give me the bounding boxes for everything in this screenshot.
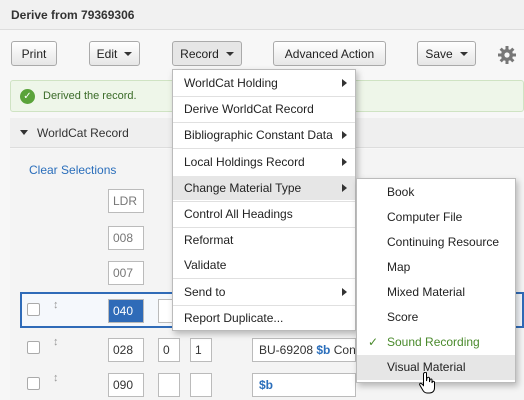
content-field[interactable]: $b <box>252 373 356 397</box>
menu-item-reformat[interactable]: Reformat <box>173 228 355 252</box>
submenu-item-book[interactable]: Book <box>357 180 515 205</box>
menu-item-derive-worldcat-record[interactable]: Derive WorldCat Record <box>173 97 355 121</box>
print-button[interactable]: Print <box>11 41 57 66</box>
chevron-right-icon <box>342 79 347 87</box>
row-checkbox[interactable] <box>27 377 40 390</box>
menu-item-label: Change Material Type <box>184 181 302 195</box>
content-text: BU-69208 <box>259 343 317 357</box>
chevron-right-icon <box>342 288 347 296</box>
subfield-code: $b <box>259 378 274 392</box>
edit-label: Edit <box>96 46 118 61</box>
checkmark-icon: ✓ <box>368 335 379 349</box>
submenu-item-label: Continuing Resource <box>387 235 500 249</box>
drag-handle-icon[interactable]: ↕ <box>53 373 59 384</box>
material-type-submenu: Book Computer File Continuing Resource M… <box>356 178 516 383</box>
indicator-field[interactable]: 1 <box>190 338 212 362</box>
tag-field-selected[interactable]: 040 <box>108 299 144 323</box>
submenu-item-visual-material[interactable]: Visual Material <box>357 355 515 380</box>
submenu-item-label: Score <box>387 310 419 324</box>
row-checkbox[interactable] <box>27 341 40 354</box>
page-title: Derive from 79369306 <box>11 8 135 22</box>
submenu-item-label: Sound Recording <box>387 335 480 349</box>
submenu-item-label: Map <box>387 260 411 274</box>
menu-item-label: Control All Headings <box>184 207 293 221</box>
menu-item-label: Reformat <box>184 233 234 247</box>
record-menu: WorldCat Holding Derive WorldCat Record … <box>172 69 356 331</box>
menu-item-local-holdings-record[interactable]: Local Holdings Record <box>173 150 355 174</box>
menu-item-report-duplicate[interactable]: Report Duplicate... <box>173 306 355 330</box>
menu-item-bibliographic-constant-data[interactable]: Bibliographic Constant Data <box>173 123 355 147</box>
menu-item-label: Report Duplicate... <box>184 311 284 325</box>
menu-item-control-all-headings[interactable]: Control All Headings <box>173 202 355 226</box>
chevron-right-icon <box>342 158 347 166</box>
menu-divider <box>173 278 355 279</box>
menu-item-change-material-type[interactable]: Change Material Type <box>173 176 355 200</box>
row-checkbox[interactable] <box>27 303 40 316</box>
content-field[interactable]: BU-69208 $b Con <box>252 338 356 362</box>
indicator-field[interactable]: 0 <box>158 338 180 362</box>
advanced-action-label: Advanced Action <box>284 46 375 61</box>
print-label: Print <box>21 46 47 61</box>
menu-item-label: Validate <box>184 258 227 272</box>
chevron-right-icon <box>342 131 347 139</box>
submenu-item-map[interactable]: Map <box>357 255 515 280</box>
drag-handle-icon[interactable]: ↕ <box>53 300 59 311</box>
alert-message: Derived the record. <box>43 90 137 102</box>
tag-field[interactable]: LDR <box>108 189 144 213</box>
drag-handle-icon[interactable]: ↕ <box>53 337 59 348</box>
collapse-triangle-icon[interactable] <box>20 130 28 135</box>
menu-item-label: Derive WorldCat Record <box>184 102 314 116</box>
chevron-right-icon <box>342 184 347 192</box>
menu-item-worldcat-holding[interactable]: WorldCat Holding <box>173 71 355 95</box>
menu-item-label: Bibliographic Constant Data <box>184 128 333 142</box>
edit-button[interactable]: Edit <box>89 41 140 66</box>
menu-item-send-to[interactable]: Send to <box>173 280 355 304</box>
section-label: WorldCat Record <box>37 126 129 140</box>
clear-selections-link[interactable]: Clear Selections <box>29 163 116 177</box>
chevron-down-icon <box>124 51 133 56</box>
hand-cursor-icon <box>419 372 435 394</box>
save-button[interactable]: Save <box>417 41 476 66</box>
gear-icon[interactable] <box>497 45 517 65</box>
indicator-field[interactable] <box>190 373 212 397</box>
menu-divider <box>173 148 355 149</box>
menu-item-label: Send to <box>184 285 226 299</box>
submenu-item-score[interactable]: Score <box>357 305 515 330</box>
tag-field[interactable]: 090 <box>108 373 144 397</box>
tag-field[interactable]: 008 <box>108 226 144 250</box>
advanced-action-button[interactable]: Advanced Action <box>273 41 386 66</box>
check-circle-icon: ✓ <box>20 89 35 104</box>
record-label: Record <box>180 46 219 61</box>
content-text: Con <box>330 343 356 357</box>
submenu-item-computer-file[interactable]: Computer File <box>357 205 515 230</box>
tag-field[interactable]: 007 <box>108 261 144 285</box>
submenu-item-mixed-material[interactable]: Mixed Material <box>357 280 515 305</box>
menu-item-label: WorldCat Holding <box>184 76 278 90</box>
indicator-field[interactable] <box>158 373 180 397</box>
save-label: Save <box>425 46 453 61</box>
record-button[interactable]: Record <box>172 41 242 66</box>
submenu-item-continuing-resource[interactable]: Continuing Resource <box>357 230 515 255</box>
submenu-item-label: Mixed Material <box>387 285 466 299</box>
chevron-down-icon <box>459 51 468 56</box>
subfield-code: $b <box>316 343 331 357</box>
tag-field[interactable]: 028 <box>108 338 144 362</box>
chevron-down-icon <box>225 51 234 56</box>
title-bar: Derive from 79369306 <box>0 0 524 30</box>
menu-item-label: Local Holdings Record <box>184 155 305 169</box>
submenu-item-sound-recording[interactable]: ✓ Sound Recording <box>357 330 515 355</box>
menu-item-validate[interactable]: Validate <box>173 253 355 277</box>
submenu-item-label: Computer File <box>387 210 463 224</box>
submenu-item-label: Book <box>387 185 415 199</box>
